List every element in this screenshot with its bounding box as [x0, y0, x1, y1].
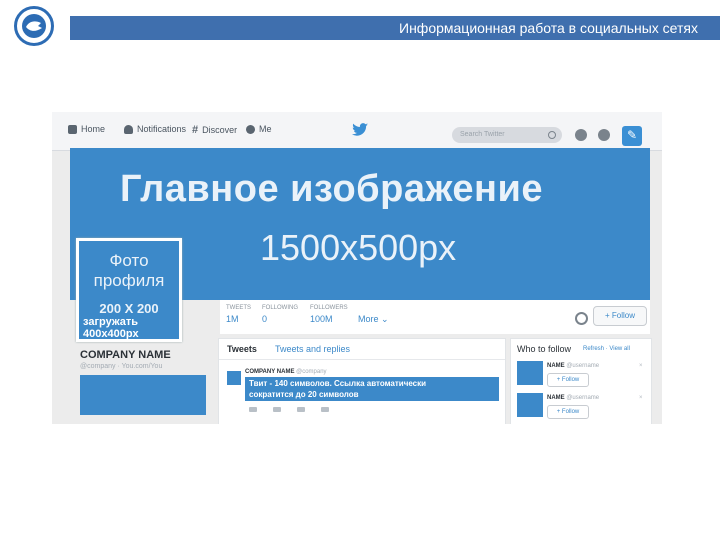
suggestion-name-text: NAME: [547, 363, 565, 369]
bell-icon: [124, 124, 133, 134]
tweet-author: COMPANY NAME @company: [245, 369, 327, 375]
avatar[interactable]: [517, 393, 543, 417]
profile-upload-line2: 400x400px: [83, 328, 139, 340]
chevron-down-icon: ⌄: [381, 314, 389, 324]
home-icon: [68, 124, 77, 134]
follow-button[interactable]: + Follow: [547, 373, 589, 387]
stat-followers-label: Followers: [310, 305, 348, 311]
tweets-panel: Tweets Tweets and replies COMPANY NAME @…: [218, 338, 506, 424]
header-image-label: Главное изображение: [120, 168, 543, 210]
tweet-author-handle: @company: [296, 369, 327, 375]
profile-photo-size: 200 X 200: [99, 301, 159, 316]
who-to-follow-panel: Who to follow Refresh · View all NAME @u…: [510, 338, 652, 424]
tweet-text-line2: сократится до 20 символов: [249, 390, 359, 399]
more-dropdown[interactable]: More ⌄: [358, 314, 389, 325]
stat-tweets-value: 1M: [226, 314, 239, 324]
profile-photo-placeholder: Фото профиля 200 X 200 загружать 400x400…: [76, 238, 182, 342]
like-icon[interactable]: [297, 407, 305, 412]
twitter-nav-bar: Home Notifications # Discover Me Search …: [52, 112, 662, 151]
add-user-icon: +: [556, 409, 561, 415]
follow-button-label: Follow: [561, 409, 580, 415]
tweet-text-line1: Твит - 140 символов. Ссылка автоматическ…: [249, 379, 427, 388]
gear-icon[interactable]: [575, 312, 588, 325]
divider: [219, 359, 505, 360]
nav-me-label: Me: [259, 124, 272, 134]
tweet-actions: [249, 407, 329, 412]
who-to-follow-links[interactable]: Refresh · View all: [583, 346, 630, 352]
twitter-bird-icon[interactable]: [352, 123, 368, 137]
suggestion-name: NAME @username: [547, 363, 599, 369]
nav-me[interactable]: Me: [246, 124, 272, 134]
nav-discover[interactable]: # Discover: [192, 124, 237, 136]
dismiss-icon[interactable]: ×: [639, 395, 643, 401]
stat-tweets[interactable]: Tweets 1M: [226, 305, 251, 324]
profile-stats-bar: Tweets 1M Following 0 Followers 100M Mor…: [220, 300, 650, 334]
twitter-profile-screenshot: Home Notifications # Discover Me Search …: [52, 112, 662, 424]
dismiss-icon[interactable]: ×: [639, 363, 643, 369]
nav-home-label: Home: [81, 124, 106, 134]
profile-photo-label: Фото профиля: [79, 251, 179, 291]
stat-following-label: Following: [262, 305, 299, 311]
organization-emblem-icon: [14, 6, 54, 46]
user-icon: [246, 124, 255, 134]
messages-icon[interactable]: [575, 129, 587, 141]
compose-icon: ✎: [627, 128, 638, 142]
company-handle: @company · You.com/You: [80, 363, 163, 370]
suggestion-name: NAME @username: [547, 395, 599, 401]
search-icon[interactable]: [548, 131, 556, 139]
stat-followers[interactable]: Followers 100M: [310, 305, 348, 324]
stat-following-value: 0: [262, 314, 268, 324]
nav-notifications[interactable]: Notifications: [124, 124, 186, 134]
follow-button-label: Follow: [611, 311, 636, 320]
suggestion-handle: @username: [566, 395, 600, 401]
tab-tweets-and-replies[interactable]: Tweets and replies: [275, 344, 350, 354]
tab-tweets[interactable]: Tweets: [227, 344, 257, 354]
nav-discover-label: Discover: [202, 125, 238, 135]
settings-icon[interactable]: [598, 129, 610, 141]
suggestion-name-text: NAME: [547, 395, 565, 401]
profile-photo-upload-hint: загружать 400x400px: [83, 316, 139, 340]
profile-photo-label-line2: профиля: [93, 271, 165, 290]
follow-button[interactable]: + Follow: [593, 306, 647, 326]
slide-title: Информационная работа в социальных сетях: [70, 16, 720, 40]
more-label: More: [358, 314, 379, 324]
search-input[interactable]: Search Twitter: [452, 127, 562, 143]
stat-followers-value: 100M: [310, 314, 333, 324]
retweet-icon[interactable]: [273, 407, 281, 412]
add-user-icon: +: [556, 377, 561, 383]
company-name: COMPANY NAME: [80, 349, 171, 361]
who-to-follow-title: Who to follow: [517, 344, 572, 354]
add-user-icon: +: [604, 311, 610, 320]
profile-upload-line1: загружать: [83, 316, 139, 328]
stat-following[interactable]: Following 0: [262, 305, 298, 324]
header-image-size: 1500x500px: [260, 227, 457, 268]
follow-button[interactable]: + Follow: [547, 405, 589, 419]
avatar[interactable]: [227, 371, 241, 385]
follow-button-label: Follow: [561, 377, 580, 383]
suggestion-handle: @username: [566, 363, 600, 369]
more-options-icon[interactable]: [321, 407, 329, 412]
compose-tweet-button[interactable]: ✎: [622, 126, 642, 146]
stat-tweets-label: Tweets: [226, 305, 251, 311]
profile-photo-label-line1: Фото: [109, 251, 149, 270]
nav-home[interactable]: Home: [68, 124, 105, 134]
nav-notifications-label: Notifications: [137, 124, 187, 134]
avatar[interactable]: [517, 361, 543, 385]
tweet-text: Твит - 140 символов. Ссылка автоматическ…: [245, 377, 499, 401]
tweet-author-name: COMPANY NAME: [245, 369, 295, 375]
hashtag-icon: #: [192, 124, 199, 136]
bio-placeholder: [80, 375, 206, 415]
reply-icon[interactable]: [249, 407, 257, 412]
